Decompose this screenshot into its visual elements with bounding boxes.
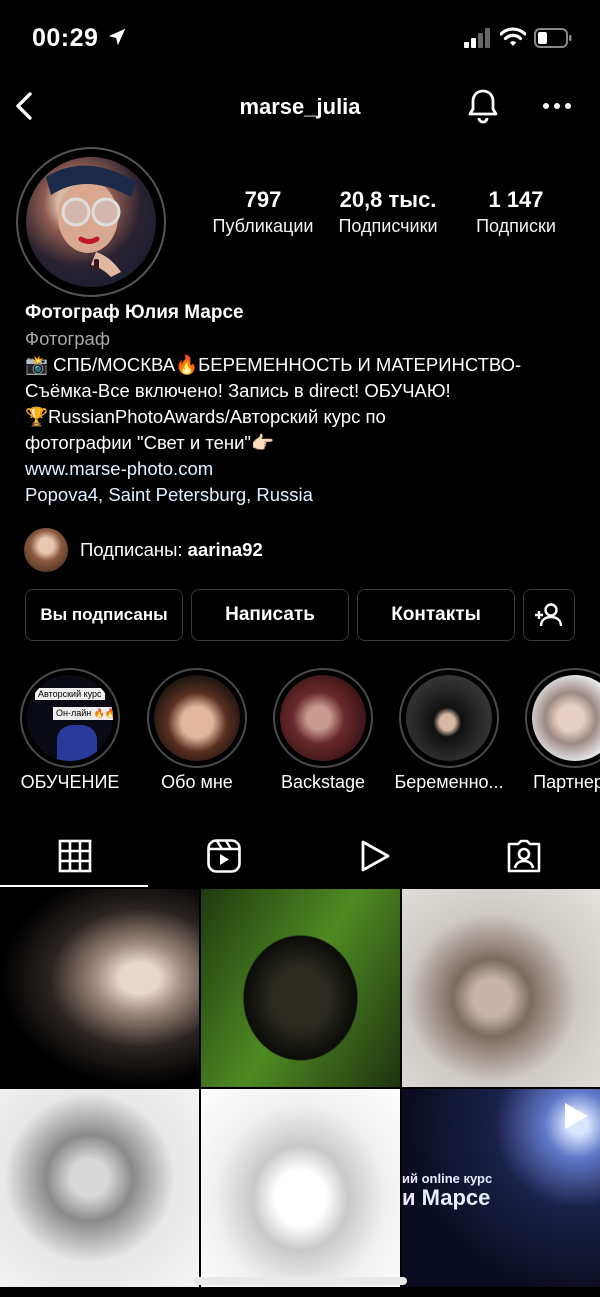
add-person-icon bbox=[535, 603, 563, 627]
highlight-overlay-text-1: Авторский курс bbox=[35, 688, 105, 700]
highlight-education[interactable]: Авторский курс Он-лайн 🔥🔥🔥 ОБУЧЕНИЕ bbox=[20, 668, 120, 793]
highlight-pregnancy[interactable]: Беременно... bbox=[394, 668, 504, 793]
highlight-label: Беременно... bbox=[394, 772, 504, 792]
website-link[interactable]: www.marse-photo.com bbox=[25, 456, 585, 482]
highlight-label: Обо мне bbox=[161, 772, 233, 792]
more-dots-icon[interactable] bbox=[542, 94, 572, 118]
stat-posts[interactable]: 797 Публикации bbox=[198, 186, 328, 238]
highlight-about[interactable]: Обо мне bbox=[147, 668, 247, 793]
avatar-portrait bbox=[46, 165, 136, 277]
active-tab-indicator bbox=[0, 885, 148, 887]
address-link[interactable]: Popova4, Saint Petersburg, Russia bbox=[25, 482, 585, 508]
highlight-overlay-text-2: Он-лайн 🔥🔥🔥 bbox=[53, 707, 113, 720]
highlight-ring bbox=[399, 668, 499, 768]
play-icon bbox=[565, 1103, 588, 1129]
status-bar: 00:29 bbox=[0, 0, 600, 76]
profile-tabs bbox=[0, 828, 600, 888]
follower-avatar bbox=[24, 528, 68, 572]
stat-following[interactable]: 1 147 Подписки bbox=[456, 186, 576, 238]
profile-display-name: Фотограф Юлия Марсе bbox=[25, 302, 244, 323]
highlight-cover: Авторский курс Он-лайн 🔥🔥🔥 bbox=[27, 675, 113, 761]
post-thumbnail[interactable] bbox=[0, 889, 199, 1087]
status-time: 00:29 bbox=[32, 24, 99, 52]
add-person-button[interactable] bbox=[523, 589, 575, 641]
post-thumbnail[interactable] bbox=[0, 1089, 199, 1287]
cellular-signal-icon bbox=[464, 28, 490, 48]
stat-value: 797 bbox=[244, 187, 282, 212]
bio-line-3: 🏆RussianPhotoAwards/Авторский курс по bbox=[25, 406, 386, 427]
post-thumbnail[interactable] bbox=[201, 1089, 400, 1287]
highlight-partners[interactable]: Партнеры bbox=[525, 668, 600, 793]
battery-icon bbox=[534, 28, 572, 48]
highlight-ring bbox=[147, 668, 247, 768]
bio-line-2: Съёмка-Все включено! Запись в direct! ОБ… bbox=[25, 380, 451, 401]
tagged-icon[interactable] bbox=[506, 838, 542, 874]
highlight-cover bbox=[532, 675, 600, 761]
highlight-cover bbox=[154, 675, 240, 761]
story-highlights: Авторский курс Он-лайн 🔥🔥🔥 ОБУЧЕНИЕ Обо … bbox=[0, 668, 600, 808]
highlight-label: Партнеры bbox=[533, 772, 600, 792]
stat-label: Подписки bbox=[476, 216, 556, 236]
highlight-cover bbox=[406, 675, 492, 761]
profile-username: marse_julia bbox=[239, 94, 361, 119]
bio-line-4: фотографии "Свет и тени"👉🏻 bbox=[25, 432, 275, 453]
followed-by-prefix: Подписаны: bbox=[80, 539, 183, 560]
highlight-label: Backstage bbox=[280, 772, 366, 792]
grid-icon[interactable] bbox=[57, 838, 93, 874]
stat-followers[interactable]: 20,8 тыс. Подписчики bbox=[328, 186, 448, 238]
reel-text-2: и Марсе bbox=[402, 1185, 491, 1210]
avatar[interactable] bbox=[26, 157, 156, 287]
bio-line-1: 📸 СПБ/МОСКВА🔥БЕРЕМЕННОСТЬ И МАТЕРИНСТВО- bbox=[25, 354, 522, 375]
stat-value: 1 147 bbox=[488, 187, 544, 212]
highlight-ring bbox=[273, 668, 373, 768]
stat-label: Подписчики bbox=[338, 216, 438, 236]
location-arrow-icon bbox=[108, 28, 126, 46]
profile-bio: Фотограф Юлия Марсе Фотограф 📸 СПБ/МОСКВ… bbox=[25, 300, 585, 508]
home-indicator[interactable] bbox=[193, 1277, 407, 1285]
followed-by[interactable]: Подписаны: aarina92 bbox=[24, 528, 263, 572]
reel-text-1: ий online курс bbox=[402, 1171, 493, 1186]
wifi-icon bbox=[500, 27, 526, 46]
bell-icon[interactable] bbox=[466, 88, 500, 124]
profile-header: marse_julia bbox=[0, 80, 600, 136]
stat-label: Публикации bbox=[212, 216, 314, 236]
contacts-button[interactable]: Контакты bbox=[357, 589, 515, 641]
post-thumbnail-reel[interactable]: ий online курс и Марсе bbox=[402, 1089, 600, 1287]
post-thumbnail[interactable] bbox=[402, 889, 600, 1087]
profile-stats: 797 Публикации 20,8 тыс. Подписчики 1 14… bbox=[200, 186, 580, 238]
posts-grid: ий online курс и Марсе bbox=[0, 889, 600, 1287]
profile-category: Фотограф bbox=[25, 328, 111, 349]
avatar-ring[interactable] bbox=[16, 147, 166, 297]
highlight-label: ОБУЧЕНИЕ bbox=[20, 772, 120, 792]
stat-value: 20,8 тыс. bbox=[339, 187, 437, 212]
highlight-ring bbox=[525, 668, 600, 768]
highlight-image-shape bbox=[57, 725, 97, 761]
profile-actions: Вы подписаны Написать Контакты bbox=[25, 589, 575, 641]
following-button[interactable]: Вы подписаны bbox=[25, 589, 183, 641]
highlight-cover bbox=[280, 675, 366, 761]
message-button[interactable]: Написать bbox=[191, 589, 349, 641]
highlight-backstage[interactable]: Backstage bbox=[273, 668, 373, 793]
reels-icon[interactable] bbox=[206, 838, 242, 874]
post-thumbnail[interactable] bbox=[201, 889, 400, 1087]
video-play-icon[interactable] bbox=[356, 838, 392, 874]
followed-by-user: aarina92 bbox=[187, 539, 263, 560]
highlight-ring: Авторский курс Он-лайн 🔥🔥🔥 bbox=[20, 668, 120, 768]
